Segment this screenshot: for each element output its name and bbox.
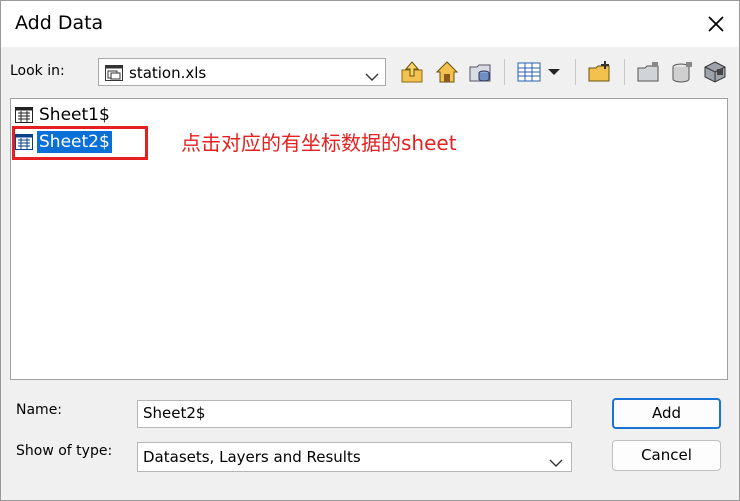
chevron-down-icon[interactable] xyxy=(549,453,563,472)
database-connect-icon[interactable] xyxy=(702,59,728,85)
name-input[interactable]: Sheet2$ xyxy=(137,400,572,428)
new-folder-icon[interactable] xyxy=(587,59,613,85)
close-icon[interactable] xyxy=(703,11,729,37)
table-icon xyxy=(15,107,33,127)
title-bar: Add Data xyxy=(1,1,739,47)
add-data-dialog: Add Data Look in: station.xls Sheet1$ Sh… xyxy=(0,0,740,501)
view-dropdown-icon[interactable] xyxy=(545,59,563,85)
dialog-title: Add Data xyxy=(15,12,104,34)
show-of-type-select[interactable]: Datasets, Layers and Results xyxy=(137,442,572,472)
add-button[interactable]: Add xyxy=(612,398,721,429)
toolbar-separator xyxy=(504,59,505,85)
name-label: Name: xyxy=(16,402,63,418)
show-of-type-label: Show of type: xyxy=(16,443,113,459)
list-item-label: Sheet1$ xyxy=(39,105,110,125)
look-in-value: station.xls xyxy=(129,64,207,82)
show-of-type-value: Datasets, Layers and Results xyxy=(143,448,361,466)
home-icon[interactable] xyxy=(434,59,460,85)
up-folder-icon[interactable] xyxy=(399,59,425,85)
disconnect-icon[interactable] xyxy=(669,59,695,85)
look-in-label: Look in: xyxy=(10,63,65,79)
toolbar-separator xyxy=(575,59,576,85)
connect-folder-icon[interactable] xyxy=(636,59,662,85)
list-view-icon[interactable] xyxy=(516,59,542,85)
look-in-select[interactable]: station.xls xyxy=(98,58,386,86)
annotation-text: 点击对应的有坐标数据的sheet xyxy=(181,131,457,155)
toolbar-separator xyxy=(624,59,625,85)
cancel-button[interactable]: Cancel xyxy=(612,440,721,471)
database-folder-icon[interactable] xyxy=(468,59,494,85)
excel-file-icon xyxy=(105,65,123,85)
annotation-highlight-box xyxy=(12,126,148,160)
file-list[interactable]: Sheet1$ Sheet2$ 点击对应的有坐标数据的sheet xyxy=(10,98,728,380)
chevron-down-icon[interactable] xyxy=(365,67,379,86)
